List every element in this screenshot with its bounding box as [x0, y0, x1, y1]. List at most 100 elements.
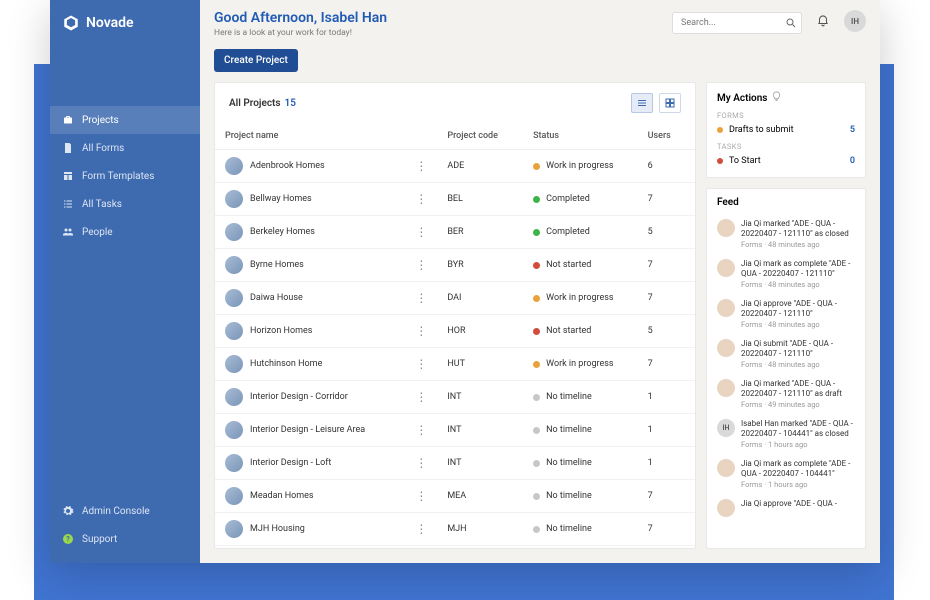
users-count: 6: [638, 150, 695, 183]
feed-avatar: IH: [717, 419, 735, 437]
project-name: Byrne Homes: [250, 260, 304, 270]
action-count: 0: [850, 156, 855, 166]
status-text: No timeline: [546, 491, 592, 501]
sidebar-item-label: Form Templates: [82, 171, 154, 182]
col-menu: [405, 123, 437, 150]
kebab-icon[interactable]: ⋮: [415, 225, 427, 239]
feed-item[interactable]: Jia Qi marked "ADE - QUA - 20220407 - 12…: [717, 214, 855, 254]
kebab-icon[interactable]: ⋮: [415, 522, 427, 536]
feed-item[interactable]: Jia Qi mark as complete "ADE - QUA - 202…: [717, 254, 855, 294]
create-project-button[interactable]: Create Project: [214, 49, 298, 72]
sidebar-item-all-forms[interactable]: All Forms: [50, 134, 200, 162]
feed-text: Jia Qi mark as complete "ADE - QUA - 202…: [741, 259, 855, 279]
feed-panel[interactable]: Feed Jia Qi marked "ADE - QUA - 20220407…: [706, 188, 866, 549]
sidebar-item-support[interactable]: ? Support: [50, 525, 200, 553]
feed-meta: Forms · 49 minutes ago: [741, 400, 855, 409]
table-row[interactable]: MJH Housing⋮MJHNo timeline7: [215, 513, 695, 546]
table-row[interactable]: Interior Design - Leisure Area⋮INTNo tim…: [215, 414, 695, 447]
action-count: 5: [850, 125, 855, 135]
table-row[interactable]: Horizon Homes⋮HORNot started5: [215, 315, 695, 348]
grid-icon: [664, 94, 676, 113]
project-thumb: [225, 388, 243, 406]
sidebar-item-people[interactable]: People: [50, 218, 200, 246]
feed-avatar: [717, 259, 735, 277]
table-row[interactable]: Meadan Homes⋮MEANo timeline7: [215, 480, 695, 513]
list-view-button[interactable]: [631, 93, 653, 113]
project-code: INT: [437, 414, 523, 447]
sidebar-item-admin-console[interactable]: Admin Console: [50, 497, 200, 525]
kebab-icon[interactable]: ⋮: [415, 489, 427, 503]
status-text: Completed: [546, 194, 590, 204]
projects-panel: All Projects 1 5: [214, 82, 696, 549]
table-row[interactable]: Bellway Homes⋮BELCompleted7: [215, 183, 695, 216]
kebab-icon[interactable]: ⋮: [415, 192, 427, 206]
sidebar-item-projects[interactable]: Projects: [50, 106, 200, 134]
project-thumb: [225, 520, 243, 538]
users-count: 7: [638, 183, 695, 216]
feed-meta: Forms · 1 hours ago: [741, 440, 855, 449]
user-avatar[interactable]: IH: [844, 10, 866, 32]
kebab-icon[interactable]: ⋮: [415, 390, 427, 404]
kebab-icon[interactable]: ⋮: [415, 423, 427, 437]
actions-section-label: TASKS: [717, 142, 855, 151]
project-code: ADE: [437, 150, 523, 183]
project-code: HOR: [437, 315, 523, 348]
feed-item[interactable]: Jia Qi marked "ADE - QUA - 20220407 - 12…: [717, 374, 855, 414]
project-code: MEA: [437, 480, 523, 513]
projects-title: All Projects: [229, 98, 281, 109]
status-dot-icon: [533, 262, 540, 269]
grid-view-button[interactable]: [659, 93, 681, 113]
feed-avatar: [717, 459, 735, 477]
table-row[interactable]: Daiwa House⋮DAIWork in progress7: [215, 282, 695, 315]
feed-item[interactable]: Jia Qi approve "ADE - QUA - 20220407 - 1…: [717, 294, 855, 334]
table-row[interactable]: Interior Design - Loft⋮INTNo timeline1: [215, 447, 695, 480]
table-row[interactable]: Byrne Homes⋮BYRNot started7: [215, 249, 695, 282]
search-input[interactable]: [672, 12, 802, 34]
feed-item[interactable]: Jia Qi mark as complete "ADE - QUA - 202…: [717, 454, 855, 494]
status-dot-icon: [533, 229, 540, 236]
feed-meta: Forms · 48 minutes ago: [741, 240, 855, 249]
sidebar-item-label: Projects: [82, 115, 119, 126]
project-name: Berkeley Homes: [250, 227, 315, 237]
projects-table: Project name Project code Status Users A…: [215, 123, 695, 548]
feed-meta: Forms · 48 minutes ago: [741, 360, 855, 369]
sidebar-item-form-templates[interactable]: Form Templates: [50, 162, 200, 190]
greeting-block: Good Afternoon, Isabel Han Here is a loo…: [214, 10, 662, 38]
users-count: 5: [638, 315, 695, 348]
my-actions-title: My Actions: [717, 93, 767, 104]
project-code: BYR: [437, 249, 523, 282]
table-row[interactable]: Interior Design - Corridor⋮INTNo timelin…: [215, 381, 695, 414]
feed-item[interactable]: Jia Qi approve "ADE - QUA -: [717, 494, 855, 522]
table-row[interactable]: Adenbrook Homes⋮ADEWork in progress6: [215, 150, 695, 183]
kebab-icon[interactable]: ⋮: [415, 357, 427, 371]
users-count: 1: [638, 381, 695, 414]
project-name: Interior Design - Corridor: [250, 392, 348, 402]
action-row[interactable]: To Start0: [717, 153, 855, 169]
users-count: 7: [638, 546, 695, 549]
feed-text: Jia Qi marked "ADE - QUA - 20220407 - 12…: [741, 219, 855, 239]
table-row[interactable]: Persimmon Homes⋮PERNo timeline7: [215, 546, 695, 549]
action-row[interactable]: Drafts to submit5: [717, 122, 855, 138]
status-text: Work in progress: [546, 293, 613, 303]
brand-name: Novade: [86, 15, 134, 31]
kebab-icon[interactable]: ⋮: [415, 291, 427, 305]
sidebar-item-all-tasks[interactable]: All Tasks: [50, 190, 200, 218]
table-row[interactable]: Berkeley Homes⋮BERCompleted5: [215, 216, 695, 249]
feed-avatar: [717, 379, 735, 397]
status-text: Not started: [546, 326, 591, 336]
project-thumb: [225, 157, 243, 175]
notifications-button[interactable]: [812, 10, 834, 32]
briefcase-icon: [62, 114, 74, 126]
kebab-icon[interactable]: ⋮: [415, 324, 427, 338]
table-row[interactable]: Hutchinson Home⋮HUTWork in progress7: [215, 348, 695, 381]
kebab-icon[interactable]: ⋮: [415, 159, 427, 173]
project-code: INT: [437, 447, 523, 480]
projects-table-wrap[interactable]: Project name Project code Status Users A…: [215, 123, 695, 548]
feed-item[interactable]: Jia Qi submit "ADE - QUA - 20220407 - 12…: [717, 334, 855, 374]
list-icon: [636, 94, 648, 113]
feed-meta: Forms · 48 minutes ago: [741, 280, 855, 289]
kebab-icon[interactable]: ⋮: [415, 456, 427, 470]
feed-item[interactable]: IHIsabel Han marked "ADE - QUA - 2022040…: [717, 414, 855, 454]
project-code: INT: [437, 381, 523, 414]
kebab-icon[interactable]: ⋮: [415, 258, 427, 272]
